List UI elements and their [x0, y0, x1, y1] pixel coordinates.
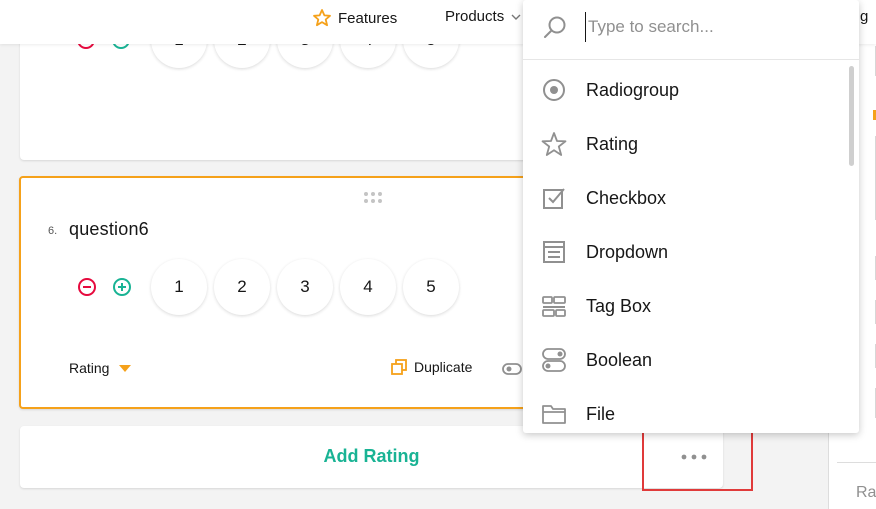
- checkbox-icon: [543, 188, 565, 209]
- nav-products[interactable]: Products: [445, 8, 522, 25]
- tagbox-icon: [542, 296, 566, 317]
- question-title[interactable]: question6: [69, 219, 149, 240]
- menu-item-tagbox[interactable]: Tag Box: [523, 279, 843, 333]
- search-input[interactable]: [585, 12, 825, 42]
- folder-icon: [542, 405, 566, 424]
- question-type-selector[interactable]: Rating: [69, 360, 132, 376]
- search-icon: [544, 16, 566, 38]
- property-panel-clipped-text: Ra: [856, 484, 876, 501]
- menu-item-label: File: [586, 403, 616, 424]
- menu-item-file[interactable]: File: [523, 387, 843, 433]
- nav-item-clipped[interactable]: g: [860, 8, 868, 25]
- nav-products-label: Products: [445, 8, 505, 25]
- duplicate-button[interactable]: Duplicate: [390, 358, 472, 376]
- rating-item[interactable]: 4: [340, 259, 396, 315]
- duplicate-label: Duplicate: [414, 359, 473, 375]
- add-question-bar: Add Rating: [20, 426, 723, 488]
- question-type-label: Rating: [69, 360, 110, 376]
- boolean-icon: [542, 348, 566, 372]
- rating-item[interactable]: 1: [151, 259, 207, 315]
- nav-features-label: Features: [338, 9, 398, 27]
- remove-item-icon[interactable]: [77, 277, 97, 297]
- question-type-dropdown: Radiogroup Rating Checkbox Dropdown: [523, 0, 859, 433]
- dropdown-icon: [543, 241, 565, 263]
- add-question-button[interactable]: Add Rating: [20, 446, 723, 467]
- drag-handle-icon[interactable]: [361, 191, 385, 205]
- panel-divider: [837, 462, 876, 463]
- add-item-icon[interactable]: [112, 277, 132, 297]
- menu-item-label: Dropdown: [586, 241, 669, 262]
- highlight-box: [642, 426, 753, 491]
- star-icon: [541, 132, 567, 156]
- rating-item[interactable]: 5: [403, 259, 459, 315]
- chevron-down-icon: [511, 14, 521, 20]
- caret-down-icon: [119, 364, 132, 372]
- menu-item-rating[interactable]: Rating: [523, 117, 843, 171]
- menu-item-checkbox[interactable]: Checkbox: [523, 171, 843, 225]
- menu-item-boolean[interactable]: Boolean: [523, 333, 843, 387]
- menu-item-label: Boolean: [586, 349, 653, 370]
- menu-item-label: Tag Box: [586, 295, 652, 316]
- menu-item-label: Rating: [586, 133, 639, 154]
- question-card-selected[interactable]: 6. question6 1 2 3 4 5 Rating Duplicate: [19, 176, 529, 409]
- question-number: 6.: [48, 225, 58, 237]
- toggle-icon[interactable]: [502, 362, 524, 376]
- menu-item-label: Checkbox: [586, 187, 667, 208]
- menu-item-radiogroup[interactable]: Radiogroup: [523, 63, 843, 117]
- rating-item[interactable]: 2: [214, 259, 270, 315]
- nav-features[interactable]: Features: [312, 8, 397, 28]
- menu-item-dropdown[interactable]: Dropdown: [523, 225, 843, 279]
- radiogroup-icon: [543, 79, 565, 101]
- duplicate-icon: [391, 359, 407, 375]
- search-row: [523, 0, 859, 60]
- star-icon: [313, 9, 331, 27]
- rating-item[interactable]: 3: [277, 259, 333, 315]
- menu-item-label: Radiogroup: [586, 79, 680, 100]
- dropdown-scrollbar[interactable]: [849, 66, 854, 166]
